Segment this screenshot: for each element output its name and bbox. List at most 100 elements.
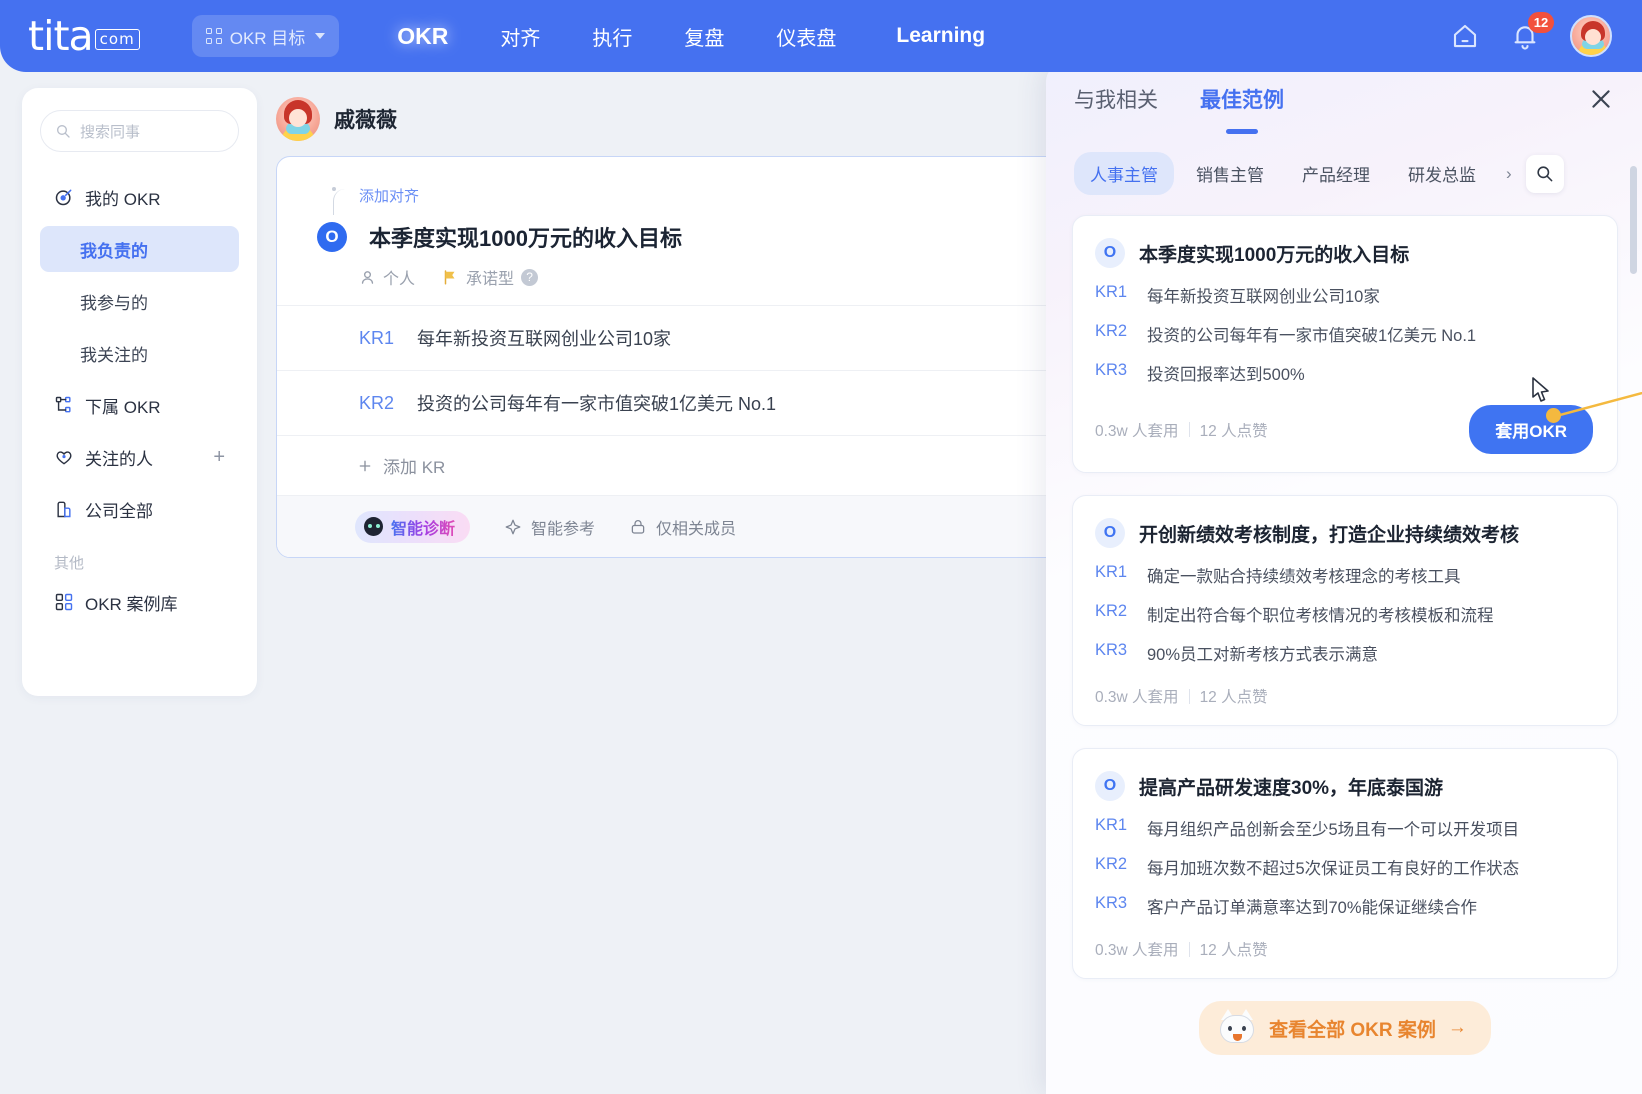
kr-tag: KR3: [1095, 641, 1128, 659]
visibility-button[interactable]: 仅相关成员: [629, 515, 736, 539]
case-title: 开创新绩效考核制度，打造企业持续绩效考核: [1139, 524, 1520, 546]
nav-item-learning[interactable]: Learning: [862, 24, 1011, 48]
nav-item-review[interactable]: 复盘: [658, 22, 750, 51]
visibility-label: 仅相关成员: [656, 520, 737, 538]
sidebar-item-okr-case-library[interactable]: OKR 案例库: [40, 579, 239, 625]
sidebar-item-label: 下属 OKR: [85, 397, 161, 417]
sidebar-item-label: 我负责的: [80, 241, 148, 261]
flag-icon: [444, 270, 455, 285]
bell-icon[interactable]: 12: [1510, 12, 1554, 51]
objective-badge: O: [1095, 518, 1125, 548]
kr-text: 90%员工对新考核方式表示满意: [1147, 646, 1379, 664]
kr-tag: KR2: [1095, 602, 1128, 620]
kr-text: 每月组织产品创新会至少5场且有一个可以开发项目: [1147, 821, 1520, 839]
objective-title[interactable]: 本季度实现1000万元的收入目标: [369, 221, 682, 253]
divider: [1188, 688, 1190, 704]
chevron-down-icon: [315, 33, 326, 39]
mouse-cursor: [1532, 377, 1549, 402]
nav-item-okr[interactable]: OKR: [371, 23, 474, 50]
brand-logo[interactable]: tita com: [28, 11, 140, 60]
kr-text: 制定出符合每个职位考核情况的考核模板和流程: [1147, 607, 1494, 625]
add-kr-label: 添加 KR: [383, 458, 446, 477]
sidebar-item-my-okr[interactable]: 我的 OKR: [40, 174, 239, 220]
case-header: O 开创新绩效考核制度，打造企业持续绩效考核: [1095, 518, 1593, 548]
meta-scope[interactable]: 个人: [359, 265, 415, 289]
sidebar-item-subordinate-okr[interactable]: 下属 OKR: [40, 382, 239, 428]
callout-dot: [1546, 408, 1561, 423]
nav-item-execution[interactable]: 执行: [566, 22, 658, 51]
divider: [1188, 422, 1190, 437]
okr-scope-label: OKR 目标: [229, 28, 306, 48]
meta-type-label: 承诺型: [466, 271, 515, 288]
like-count: 12 人点赞: [1199, 422, 1268, 440]
kr-tag: KR3: [1095, 894, 1128, 912]
view-all-cases-button[interactable]: 查看全部 OKR 案例 →: [1199, 1001, 1491, 1055]
kr-text: 每月加班次数不超过5次保证员工有良好的工作状态: [1147, 860, 1520, 878]
kr-tag: KR2: [1095, 855, 1128, 873]
role-product-manager[interactable]: 产品经理: [1286, 152, 1386, 195]
callout-line: [1556, 392, 1642, 418]
org-tree-icon: [55, 396, 71, 413]
okr-scope-selector[interactable]: OKR 目标: [191, 15, 340, 57]
plus-icon: [359, 460, 371, 471]
search-colleague-input[interactable]: 搜索同事: [40, 110, 239, 152]
role-search-button[interactable]: [1525, 154, 1564, 193]
close-icon[interactable]: [1588, 86, 1614, 112]
tab-best-practices[interactable]: 最佳范例: [1200, 76, 1284, 122]
sparkle-icon: [505, 519, 521, 534]
brand-tld: com: [94, 29, 140, 51]
divider: [1188, 941, 1190, 957]
top-navigation-bar: tita com OKR 目标 OKR 对齐 执行 复盘 仪表盘 Learnin…: [0, 0, 1642, 72]
like-count: 12 人点赞: [1199, 942, 1268, 959]
panel-scrollbar[interactable]: [1630, 166, 1637, 274]
case-kr: KR3 90%员工对新考核方式表示满意: [1095, 641, 1593, 665]
objective-badge: O: [1095, 771, 1125, 801]
smart-diagnosis-button[interactable]: 智能诊断: [355, 510, 471, 543]
nav-item-alignment[interactable]: 对齐: [474, 22, 566, 51]
person-icon: [361, 270, 374, 284]
case-kr: KR3 投资回报率达到500%: [1095, 361, 1593, 385]
role-hr-manager[interactable]: 人事主管: [1074, 152, 1174, 195]
case-card[interactable]: O 本季度实现1000万元的收入目标 KR1 每年新投资互联网创业公司10家 K…: [1072, 215, 1618, 473]
sidebar-item-followed[interactable]: 我关注的: [40, 330, 239, 376]
nav-item-dashboard[interactable]: 仪表盘: [750, 22, 862, 51]
home-icon[interactable]: [1450, 21, 1480, 51]
case-card[interactable]: O 开创新绩效考核制度，打造企业持续绩效考核 KR1 确定一款贴合持续绩效考核理…: [1072, 495, 1618, 726]
case-kr: KR3 客户产品订单满意率达到70%能保证继续合作: [1095, 894, 1593, 918]
case-header: O 本季度实现1000万元的收入目标: [1095, 238, 1593, 268]
best-practices-panel: 与我相关 最佳范例 人事主管 销售主管 产品经理 研发总监 › O 本季度实现1…: [1046, 62, 1642, 1094]
sidebar-item-owned-by-me[interactable]: 我负责的: [40, 226, 239, 272]
kr-tag: KR1: [1095, 283, 1128, 301]
case-card[interactable]: O 提高产品研发速度30%，年底泰国游 KR1 每月组织产品创新会至少5场且有一…: [1072, 748, 1618, 979]
avatar[interactable]: [276, 97, 320, 141]
role-sales-manager[interactable]: 销售主管: [1180, 152, 1280, 195]
tab-related-to-me[interactable]: 与我相关: [1074, 76, 1158, 122]
kr-text: 每年新投资互联网创业公司10家: [417, 329, 672, 349]
target-icon: [55, 189, 72, 206]
case-kr: KR1 每年新投资互联网创业公司10家: [1095, 283, 1593, 307]
kr-tag: KR1: [359, 327, 395, 348]
usage-count: 0.3w 人套用: [1095, 942, 1179, 959]
case-kr: KR2 投资的公司每年有一家市值突破1亿美元 No.1: [1095, 322, 1593, 346]
role-rd-director[interactable]: 研发总监: [1392, 152, 1492, 195]
building-icon: [57, 501, 71, 518]
sidebar-item-followed-people[interactable]: 关注的人 +: [40, 434, 239, 480]
sidebar-item-participated[interactable]: 我参与的: [40, 278, 239, 324]
meta-type[interactable]: 承诺型 ?: [441, 265, 539, 289]
page-title: 戚薇薇: [334, 109, 397, 132]
objective-badge: O: [317, 222, 347, 252]
sidebar-item-company-all[interactable]: 公司全部: [40, 486, 239, 532]
chevron-right-icon[interactable]: ›: [1498, 164, 1520, 184]
brand-name: tita: [28, 11, 94, 60]
primary-nav: OKR 对齐 执行 复盘 仪表盘 Learning: [371, 22, 1011, 51]
view-all-label: 查看全部 OKR 案例: [1269, 1019, 1436, 1041]
case-header: O 提高产品研发速度30%，年底泰国游: [1095, 771, 1593, 801]
help-icon[interactable]: ?: [521, 268, 539, 286]
add-followed-person-button[interactable]: +: [213, 447, 225, 467]
kr-text: 投资的公司每年有一家市值突破1亿美元 No.1: [1147, 327, 1477, 345]
user-avatar[interactable]: [1570, 15, 1612, 57]
kr-tag: KR1: [1095, 563, 1128, 581]
add-alignment-link[interactable]: 添加对齐: [359, 188, 419, 205]
case-footer: 0.3w 人套用 12 人点赞 套用OKR: [1095, 405, 1593, 454]
smart-reference-button[interactable]: 智能参考: [504, 515, 595, 539]
